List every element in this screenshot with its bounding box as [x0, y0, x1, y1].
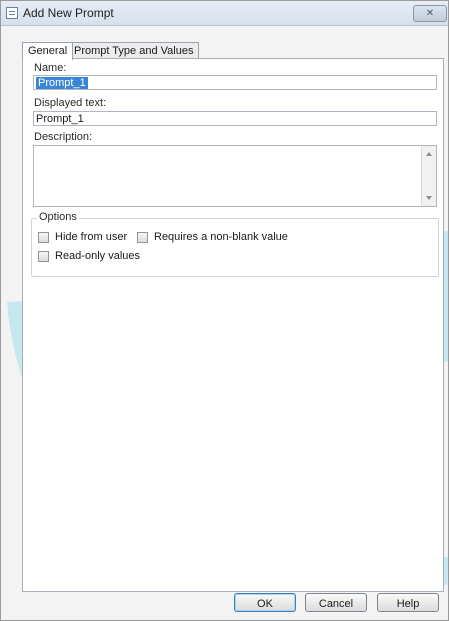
title-bar: Add New Prompt ✕: [1, 1, 448, 26]
window-title: Add New Prompt: [23, 6, 114, 20]
options-caption: Options: [37, 211, 79, 223]
scroll-down-icon[interactable]: [426, 196, 432, 200]
tab-prompt-type-and-values[interactable]: Prompt Type and Values: [68, 42, 200, 59]
hide-from-user-label: Hide from user: [55, 231, 128, 243]
description-scrollbar[interactable]: [421, 146, 436, 206]
help-button[interactable]: Help: [377, 593, 439, 612]
hide-from-user-checkbox[interactable]: [38, 231, 49, 243]
name-field-value: Prompt_1: [36, 77, 88, 89]
name-field[interactable]: Prompt_1: [33, 75, 437, 90]
requires-non-blank-option[interactable]: Requires a non-blank value: [137, 231, 288, 243]
add-new-prompt-dialog: DropBo Add New Prompt ✕ General Prompt T…: [0, 0, 449, 621]
description-textarea[interactable]: [33, 145, 437, 207]
general-tab-panel: Name: Prompt_1 Displayed text: Prompt_1 …: [22, 58, 444, 592]
hide-from-user-option[interactable]: Hide from user: [38, 231, 127, 243]
displayed-text-label: Displayed text:: [34, 97, 107, 109]
cancel-button[interactable]: Cancel: [305, 593, 367, 612]
read-only-values-checkbox[interactable]: [38, 250, 49, 262]
requires-non-blank-checkbox[interactable]: [137, 231, 148, 243]
list-icon: [6, 7, 18, 19]
read-only-values-label: Read-only values: [55, 250, 140, 262]
ok-button[interactable]: OK: [234, 593, 296, 612]
displayed-text-field[interactable]: Prompt_1: [33, 111, 437, 126]
options-group: Options Hide from user Requires a non-bl…: [31, 211, 439, 277]
close-icon: ✕: [425, 8, 435, 19]
tab-general[interactable]: General: [22, 42, 74, 60]
displayed-text-value: Prompt_1: [36, 113, 84, 125]
name-label: Name:: [34, 62, 67, 74]
description-label: Description:: [34, 131, 93, 143]
requires-non-blank-label: Requires a non-blank value: [154, 231, 288, 243]
read-only-values-option[interactable]: Read-only values: [38, 250, 140, 262]
close-button[interactable]: ✕: [413, 5, 447, 22]
scroll-up-icon[interactable]: [426, 152, 432, 156]
